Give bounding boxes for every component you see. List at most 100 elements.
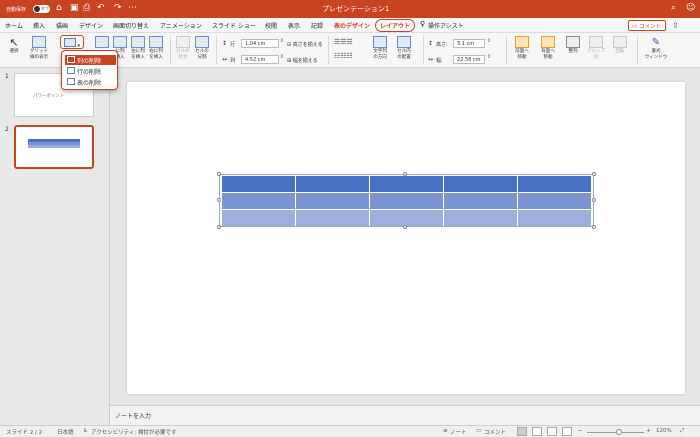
accessibility-status[interactable]: アクセシビリティ: 検討が必要です: [91, 428, 177, 436]
resize-handle[interactable]: [403, 172, 407, 176]
table-cell[interactable]: [444, 209, 518, 226]
comments-button[interactable]: ▭ コメント: [628, 20, 666, 31]
zoom-out-icon[interactable]: −: [578, 428, 583, 434]
split-cells-button[interactable]: セルの 分割: [193, 36, 211, 60]
row-height-stepper[interactable]: ⇕: [280, 38, 284, 44]
gridlines-icon: [32, 36, 46, 48]
merge-cells-button[interactable]: セルの 結合: [174, 36, 192, 60]
table-cell[interactable]: [222, 176, 296, 192]
align-middle-icons[interactable]: ☷☷☷: [334, 52, 353, 60]
slide-sorter-button[interactable]: [532, 427, 542, 436]
tab-tell-me[interactable]: 操作アシスト: [428, 21, 464, 30]
column-width-field[interactable]: 4.52 cm: [241, 55, 279, 64]
table-height-field[interactable]: 3.1 cm: [453, 39, 485, 48]
share-icon[interactable]: ⇪: [672, 21, 679, 30]
table-cell[interactable]: [518, 192, 591, 209]
resize-handle[interactable]: [592, 225, 596, 229]
table-width-label: 幅:: [436, 58, 443, 64]
table-cell[interactable]: [222, 209, 296, 226]
table-cell[interactable]: [370, 192, 444, 209]
table-cell[interactable]: [222, 192, 296, 209]
print-icon[interactable]: ⎙: [83, 3, 90, 13]
table-height-stepper[interactable]: ⇕: [487, 38, 491, 44]
insert-column-left-button[interactable]: 左に列 を挿入: [128, 36, 148, 60]
table-cell[interactable]: [518, 176, 591, 192]
zoom-level[interactable]: 120%: [656, 428, 672, 434]
group-button[interactable]: グループ 化: [586, 36, 606, 60]
comments-status-button[interactable]: コメント: [484, 428, 506, 436]
tab-record[interactable]: 記録: [311, 21, 323, 30]
tab-table-design[interactable]: 表のデザイン: [334, 21, 370, 30]
align-button[interactable]: 整列: [563, 36, 583, 55]
insert-above-button[interactable]: [92, 36, 112, 49]
language-indicator[interactable]: 日本語: [57, 428, 74, 436]
home-icon[interactable]: ⌂: [56, 3, 62, 13]
table-width-field[interactable]: 22.58 cm: [453, 55, 485, 64]
table-width-stepper[interactable]: ⇕: [487, 54, 491, 60]
table-cell[interactable]: [518, 209, 591, 226]
bring-forward-button[interactable]: 前面へ 移動: [511, 36, 533, 60]
resize-handle[interactable]: [217, 198, 221, 202]
row-height-field[interactable]: 1.04 cm: [241, 39, 279, 48]
delete-table-dropdown[interactable]: ▾: [60, 35, 84, 49]
notes-pane[interactable]: ノートを入力: [110, 405, 700, 425]
tab-insert[interactable]: 挿入: [33, 21, 45, 30]
tab-home[interactable]: ホーム: [5, 21, 23, 30]
slide[interactable]: [127, 82, 685, 394]
table-cell[interactable]: [444, 192, 518, 209]
tab-slideshow[interactable]: スライド ショー: [212, 21, 256, 30]
undo-icon[interactable]: ↶: [97, 3, 105, 13]
tab-review[interactable]: 校閲: [265, 21, 277, 30]
tab-view[interactable]: 表示: [288, 21, 300, 30]
reading-view-button[interactable]: [547, 427, 557, 436]
slideshow-button[interactable]: [562, 427, 572, 436]
delete-columns-item[interactable]: 列の削除: [65, 55, 116, 65]
resize-handle[interactable]: [217, 172, 221, 176]
notes-button[interactable]: ノート: [450, 428, 467, 436]
resize-handle[interactable]: [217, 225, 221, 229]
align-top-left-icons[interactable]: ☰☰☰: [334, 38, 353, 46]
tab-animations[interactable]: アニメーション: [160, 21, 202, 30]
table-cell[interactable]: [370, 176, 444, 192]
resize-handle[interactable]: [592, 172, 596, 176]
delete-table-item[interactable]: 表の削除: [65, 77, 116, 87]
tab-design[interactable]: デザイン: [79, 21, 103, 30]
distribute-rows-button[interactable]: ⊟ 高さを揃える: [287, 41, 323, 48]
table-cell[interactable]: [370, 209, 444, 226]
distribute-columns-button[interactable]: ⊞ 幅を揃える: [287, 57, 318, 64]
gridlines-button[interactable]: グリッド 線の表示: [26, 36, 52, 60]
fit-to-window-icon[interactable]: ⤢: [680, 428, 684, 435]
search-icon[interactable]: ⌕: [671, 3, 676, 13]
tab-draw[interactable]: 描画: [56, 21, 68, 30]
column-width-stepper[interactable]: ⇕: [280, 54, 284, 60]
more-icon[interactable]: ⋯: [128, 3, 137, 13]
slide-thumbnail-2[interactable]: [14, 125, 94, 169]
delete-rows-item[interactable]: 行の削除: [65, 66, 116, 76]
send-backward-button[interactable]: 背面へ 移動: [537, 36, 559, 60]
redo-icon[interactable]: ↷: [114, 3, 122, 13]
format-pane-button[interactable]: ✎ 書式 ウィンドウ: [643, 36, 669, 60]
text-direction-button[interactable]: 文字列 の方向: [370, 36, 390, 60]
zoom-slider-knob[interactable]: [616, 429, 622, 435]
tab-transitions[interactable]: 画面切り替え: [113, 21, 149, 30]
resize-handle[interactable]: [403, 225, 407, 229]
cell-margins-button[interactable]: セル内 の配置: [394, 36, 414, 60]
table-cell[interactable]: [296, 209, 370, 226]
save-icon[interactable]: ▣: [70, 3, 79, 13]
account-icon[interactable]: ☺: [686, 3, 695, 13]
merge-cells-icon: [176, 36, 190, 48]
autosave-toggle[interactable]: オフ: [33, 5, 50, 13]
table-cell[interactable]: [296, 192, 370, 209]
rotate-button[interactable]: 回転: [610, 36, 630, 55]
normal-view-button[interactable]: [517, 427, 527, 436]
tab-layout[interactable]: レイアウト: [375, 19, 416, 32]
delete-table-icon: [64, 38, 77, 47]
table-cell[interactable]: [296, 176, 370, 192]
resize-handle[interactable]: [592, 198, 596, 202]
insert-column-right-button[interactable]: 右に列 を挿入: [146, 36, 166, 60]
zoom-in-icon[interactable]: +: [646, 428, 651, 434]
slide-number: 1: [5, 73, 9, 80]
table-cell[interactable]: [444, 176, 518, 192]
select-button[interactable]: ↖ 選択: [3, 36, 25, 55]
table[interactable]: [219, 174, 594, 227]
